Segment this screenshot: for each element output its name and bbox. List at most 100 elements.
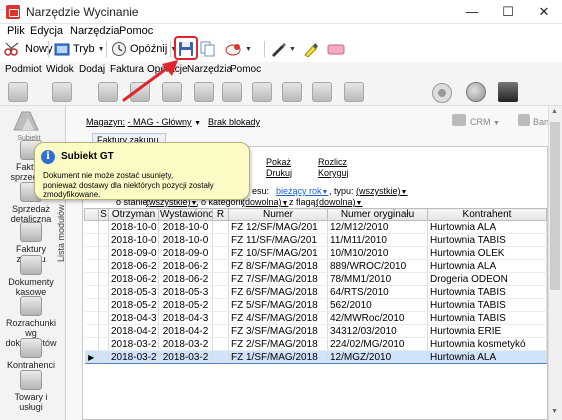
table-cell: 2018-09-0 [158, 246, 213, 260]
sidebar-item-dokumenty-kasowe[interactable]: Dokumenty kasowe [2, 255, 60, 297]
table-cell [98, 311, 109, 325]
table-cell: 10/M10/2010 [327, 246, 428, 260]
table-row[interactable]: 2018-06-2 2018-06-2 FZ 8/SF/MAG/2018 889/WR… [84, 259, 547, 273]
menu-plik[interactable]: Plik [7, 25, 25, 37]
table-row[interactable]: 2018-04-3 2018-04-3 FZ 4/SF/MAG/2018 42/MWR… [84, 311, 547, 325]
pen-icon [272, 43, 286, 57]
filter-icon[interactable] [312, 82, 332, 102]
column-header[interactable]: Kontrahent [427, 208, 547, 221]
modules-list-label[interactable]: Lista modułów [56, 204, 66, 262]
maximize-button[interactable]: ☐ [490, 0, 526, 24]
table-cell: 2018-05-3 [108, 285, 159, 299]
settle-link[interactable]: Rozlicz [318, 157, 347, 167]
table-cell [98, 298, 109, 312]
table-cell: 562/2010 [327, 298, 428, 312]
locks-link[interactable]: Brak blokady [208, 117, 260, 127]
table-cell [98, 350, 109, 364]
table-row[interactable]: 2018-03-2 2018-03-2 FZ 2/SF/MAG/2018 224/02… [84, 337, 547, 351]
table-cell [98, 259, 109, 273]
tooltip-message-line2: ponieważ dostawy dla niektórych pozycji … [43, 181, 214, 199]
column-header[interactable]: Wystawiono [158, 208, 213, 221]
menu-narzedzia-app[interactable]: Narzędzia [187, 64, 232, 75]
send-snip-icon [225, 44, 241, 56]
table-cell [212, 337, 229, 351]
type-dropdown[interactable]: (wszystkie)▼ [356, 186, 407, 196]
table-cell: Hurtownia OLEK [427, 246, 547, 260]
crm-button[interactable]: CRM ▼ [470, 117, 500, 127]
menu-podmiot[interactable]: Podmiot [5, 64, 42, 75]
print-link[interactable]: Drukuj [266, 168, 292, 178]
row-pointer-cell [84, 337, 99, 351]
cash-documents-icon [20, 255, 42, 275]
table-cell: 2018-05-2 [158, 298, 213, 312]
table-cell: FZ 8/SF/MAG/2018 [228, 259, 328, 273]
new-snip-button[interactable]: Nowy [4, 39, 53, 59]
table-cell: FZ 4/SF/MAG/2018 [228, 311, 328, 325]
forward-icon[interactable] [52, 82, 72, 102]
column-header[interactable]: S [98, 208, 109, 221]
table-cell: 12/M12/2010 [327, 220, 428, 234]
table-row[interactable]: 2018-06-2 2018-06-2 FZ 7/SF/MAG/2018 78/MM1… [84, 272, 547, 286]
table-row[interactable]: 2018-10-0 2018-10-0 FZ 11/SF/MAG/201 11/M11… [84, 233, 547, 247]
menu-pomoc-app[interactable]: Pomoc [230, 64, 261, 75]
flag-dropdown[interactable]: (dowolna)▼ [316, 197, 362, 207]
dots-menu-icon[interactable] [432, 83, 452, 103]
column-header[interactable]: Otrzyman [108, 208, 159, 221]
highlighter-button[interactable] [302, 39, 318, 59]
eraser-button[interactable] [326, 39, 346, 59]
row-pointer-cell: ▶ [84, 350, 99, 364]
stack-icon[interactable] [252, 82, 272, 102]
sidebar-item-kontrahenci[interactable]: Kontrahenci [2, 338, 60, 370]
tools-icon[interactable] [194, 82, 214, 102]
table-cell: 42/MWRoc/2010 [327, 311, 428, 325]
scroll-up-icon[interactable]: ▲ [551, 108, 558, 115]
contractors-icon [20, 338, 42, 358]
warehouse-filter[interactable]: Magazyn: - MAG - Główny ▼ [86, 117, 201, 127]
menu-narzedzia[interactable]: Narzędzia [70, 25, 120, 37]
close-button[interactable]: ✕ [526, 0, 562, 24]
column-header[interactable]: Numer oryginału [327, 208, 428, 221]
scroll-down-icon[interactable]: ▼ [551, 408, 558, 415]
table-row[interactable]: ▶ 2018-03-2 2018-03-2 FZ 1/SF/MAG/2018 12/MG… [84, 350, 547, 364]
menu-widok[interactable]: Widok [46, 64, 74, 75]
bank-icon [518, 114, 530, 126]
send-button[interactable]: ▼ [224, 39, 252, 59]
chevron-down-icon: ▼ [289, 45, 296, 53]
app-icon-toolbar [0, 78, 562, 106]
globe-icon[interactable] [466, 82, 486, 102]
table-cell: FZ 5/SF/MAG/2018 [228, 298, 328, 312]
add-document-icon[interactable] [98, 82, 118, 102]
pen-button[interactable]: ▼ [270, 39, 296, 59]
mode-button[interactable]: Tryb ▼ [54, 39, 105, 59]
doc-stack-icon[interactable] [282, 82, 302, 102]
table-row[interactable]: 2018-10-0 2018-10-0 FZ 12/SF/MAG/201 12/M12… [84, 220, 547, 234]
menu-pomoc[interactable]: Pomoc [119, 25, 153, 37]
back-icon[interactable] [8, 82, 28, 102]
cube-icon[interactable] [498, 82, 518, 102]
menu-edycja[interactable]: Edycja [30, 25, 63, 37]
print-icon[interactable] [222, 82, 242, 102]
table-row[interactable]: 2018-05-2 2018-05-2 FZ 5/SF/MAG/2018 562/20… [84, 298, 547, 312]
scrollbar-thumb[interactable] [550, 122, 560, 290]
table-cell [98, 246, 109, 260]
mode-rectangle-icon [54, 43, 70, 55]
sidebar-item-towary-i-uslugi[interactable]: Towary i usługi [2, 370, 60, 412]
annotation-arrow-icon [122, 60, 178, 102]
table-row[interactable]: 2018-04-2 2018-04-2 FZ 3/SF/MAG/2018 34312/… [84, 324, 547, 338]
column-header[interactable]: R [212, 208, 229, 221]
folder-icon[interactable] [344, 82, 364, 102]
correct-link[interactable]: Koryguj [318, 168, 349, 178]
period-label: esu: [252, 186, 270, 196]
table-body: 2018-10-0 2018-10-0 FZ 12/SF/MAG/201 12/M12… [84, 220, 547, 364]
table-row[interactable]: 2018-09-0 2018-09-0 FZ 10/SF/MAG/201 10/M10… [84, 246, 547, 260]
period-dropdown[interactable]: bieżący rok▼ [276, 186, 328, 196]
sidebar-item-label: Dokumenty kasowe [8, 277, 54, 297]
table-row[interactable]: 2018-05-3 2018-05-3 FZ 6/SF/MAG/2018 64/RTS… [84, 285, 547, 299]
show-link[interactable]: Pokaż [266, 157, 291, 167]
minimize-button[interactable]: — [454, 0, 490, 24]
menu-dodaj[interactable]: Dodaj [79, 64, 105, 75]
copy-button[interactable] [200, 39, 216, 59]
table-cell: 2018-10-0 [108, 233, 159, 247]
column-header[interactable]: Numer [228, 208, 328, 221]
products-icon [20, 370, 42, 390]
